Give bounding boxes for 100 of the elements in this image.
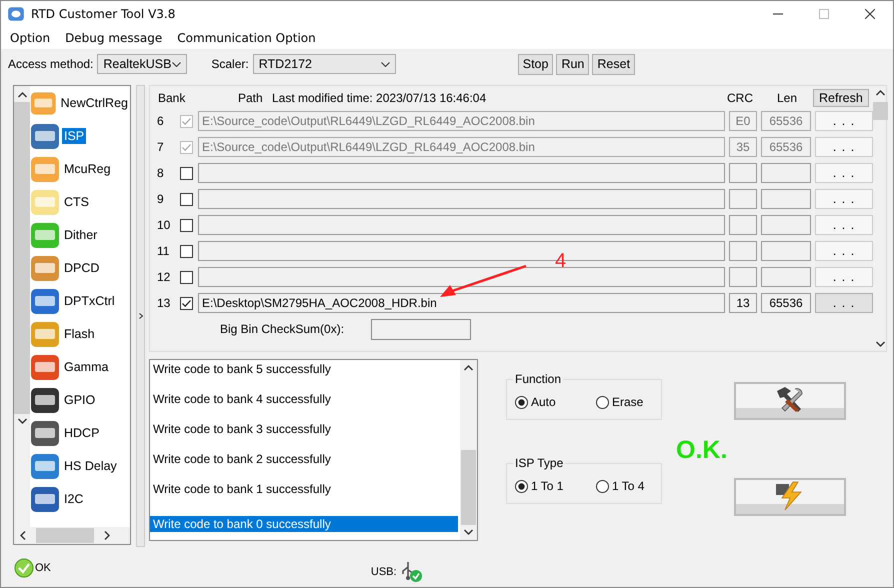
length-field[interactable] xyxy=(761,267,811,287)
checksum-field[interactable] xyxy=(371,318,472,340)
toolbar-button[interactable]: Run xyxy=(556,54,590,74)
path-field[interactable] xyxy=(198,215,725,235)
radio-button[interactable] xyxy=(515,396,528,408)
usb-label: USB: xyxy=(370,566,397,578)
column-header: Bank xyxy=(157,91,186,105)
scroll-up-icon[interactable] xyxy=(876,90,885,96)
scroll-right-icon[interactable] xyxy=(104,531,110,540)
radio-button[interactable] xyxy=(596,396,609,408)
radio-label[interactable]: Auto xyxy=(531,395,556,409)
column-header: Path xyxy=(238,91,264,105)
checkbox[interactable] xyxy=(180,270,193,284)
scroll-up-icon[interactable] xyxy=(464,365,473,371)
radio-button[interactable] xyxy=(515,480,528,492)
length-field[interactable] xyxy=(761,189,811,209)
scroll-down-icon[interactable] xyxy=(18,418,26,424)
radio-label[interactable]: 1 To 4 xyxy=(612,479,644,493)
length-field[interactable] xyxy=(761,215,811,235)
scaler-dropdown[interactable]: RTD2172 xyxy=(252,54,396,74)
crc-field[interactable] xyxy=(729,241,757,261)
scroll-left-icon[interactable] xyxy=(20,531,26,540)
log-line[interactable]: Write code to bank 4 successfully xyxy=(150,390,460,420)
crc-field[interactable]: 13 xyxy=(729,293,757,313)
path-field[interactable] xyxy=(198,267,725,287)
field-label: Scaler: xyxy=(211,57,249,71)
caret-icon xyxy=(380,62,390,66)
module-item[interactable]: DPCD xyxy=(62,260,102,276)
crc-field[interactable] xyxy=(729,267,757,287)
path-field[interactable] xyxy=(198,163,725,183)
toolbar-button[interactable]: Reset xyxy=(592,54,636,74)
column-header: CRC xyxy=(727,91,754,105)
window-title: RTD Customer Tool V3.8 xyxy=(31,7,176,21)
module-item[interactable]: NewCtrlReg xyxy=(58,94,130,110)
browse-button[interactable]: . . . xyxy=(815,215,873,235)
flash-button[interactable] xyxy=(734,478,846,516)
toolbar-button[interactable]: Stop xyxy=(518,54,554,74)
result-text: O.K. xyxy=(676,436,728,465)
maximize-icon[interactable] xyxy=(819,9,829,19)
module-item[interactable]: HDCP xyxy=(62,424,102,440)
scroll-down-icon[interactable] xyxy=(464,529,473,535)
modified-time: Last modified time: 2023/07/13 16:46:04 xyxy=(272,91,488,105)
module-item[interactable]: McuReg xyxy=(62,160,113,176)
refresh-button[interactable]: Refresh xyxy=(813,89,869,107)
browse-button[interactable]: . . . xyxy=(815,267,873,287)
status-text: OK xyxy=(35,562,51,574)
module-item[interactable]: Gamma xyxy=(62,358,110,374)
checkbox[interactable] xyxy=(180,296,193,310)
group-title: Function xyxy=(513,372,564,386)
menu-item[interactable]: Debug message xyxy=(65,31,162,45)
crc-field[interactable] xyxy=(729,189,757,209)
browse-button[interactable]: . . . xyxy=(815,189,873,209)
menu-item[interactable]: Option xyxy=(10,31,50,45)
bank-number: 13 xyxy=(156,296,172,310)
checkbox[interactable] xyxy=(180,218,193,232)
scroll-thumb[interactable] xyxy=(461,450,476,525)
check-circle-icon xyxy=(14,558,34,578)
scroll-up-icon[interactable] xyxy=(18,92,26,98)
scroll-thumb[interactable] xyxy=(14,102,30,414)
path-field[interactable] xyxy=(198,189,725,209)
module-item[interactable]: I2C xyxy=(62,490,86,506)
crc-field[interactable] xyxy=(729,215,757,235)
scroll-thumb[interactable] xyxy=(36,528,94,543)
scroll-thumb[interactable] xyxy=(873,102,888,120)
log-line[interactable]: Write code to bank 5 successfully xyxy=(150,360,460,390)
menu-item[interactable]: Communication Option xyxy=(177,31,316,45)
length-field[interactable] xyxy=(761,241,811,261)
module-item[interactable]: Flash xyxy=(62,326,97,342)
log-line[interactable]: Write code to bank 2 successfully xyxy=(150,450,460,480)
crc-field[interactable] xyxy=(729,163,757,183)
radio-button[interactable] xyxy=(596,480,609,492)
browse-button[interactable]: . . . xyxy=(815,293,873,313)
bank-number: 9 xyxy=(156,192,165,206)
bank-number: 10 xyxy=(156,218,172,232)
module-item[interactable]: DPTxCtrl xyxy=(62,292,117,308)
tools-button[interactable] xyxy=(734,382,846,420)
module-item[interactable]: CTS xyxy=(62,194,91,210)
checkbox[interactable] xyxy=(180,244,193,258)
checkbox[interactable] xyxy=(180,192,193,206)
length-field[interactable] xyxy=(761,163,811,183)
group-title: ISP Type xyxy=(513,456,566,470)
radio-label[interactable]: Erase xyxy=(612,395,644,409)
access-method-dropdown[interactable]: RealtekUSB xyxy=(97,54,188,74)
log-line[interactable]: Write code to bank 3 successfully xyxy=(150,420,460,450)
browse-button[interactable]: . . . xyxy=(815,163,873,183)
app-icon xyxy=(7,5,25,23)
checkbox[interactable] xyxy=(180,166,193,180)
path-field[interactable]: E:\Desktop\SM2795HA_AOC2008_HDR.bin xyxy=(198,293,725,313)
close-icon[interactable] xyxy=(865,9,875,19)
scroll-down-icon[interactable] xyxy=(876,341,885,347)
module-item[interactable]: Dither xyxy=(62,226,100,242)
module-item[interactable]: HS Delay xyxy=(62,458,119,474)
module-item[interactable]: GPIO xyxy=(62,392,98,408)
bank-number: 12 xyxy=(156,270,172,284)
module-item[interactable]: ISP xyxy=(62,128,86,144)
log-line[interactable]: Write code to bank 1 successfully xyxy=(150,480,460,510)
expand-icon[interactable] xyxy=(138,313,142,319)
browse-button[interactable]: . . . xyxy=(815,241,873,261)
radio-label[interactable]: 1 To 1 xyxy=(531,479,564,493)
length-field[interactable]: 65536 xyxy=(761,293,811,313)
